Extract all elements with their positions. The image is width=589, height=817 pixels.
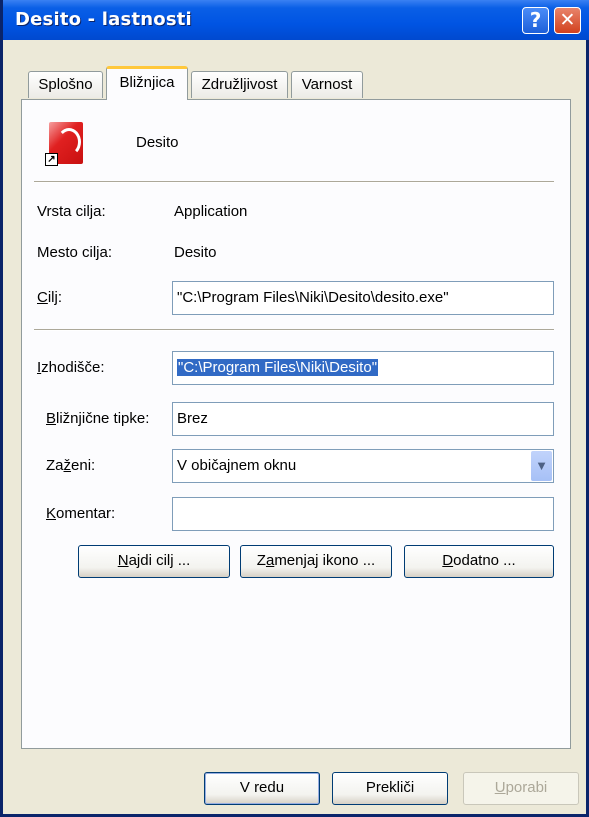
cancel-button[interactable]: Prekliči — [332, 772, 448, 805]
tab-compatibility[interactable]: Združljivost — [191, 71, 288, 98]
ok-button[interactable]: V redu — [204, 772, 320, 805]
comment-field[interactable] — [172, 497, 554, 531]
comment-label: Komentar: — [46, 505, 116, 522]
advanced-button[interactable]: Dodatno ... — [404, 545, 554, 578]
target-location-label: Mesto cilja: — [37, 244, 113, 261]
find-target-button[interactable]: Najdi cilj ... — [78, 545, 230, 578]
chevron-down-icon[interactable]: ▼ — [531, 451, 552, 481]
separator — [34, 329, 554, 331]
apply-button[interactable]: Uporabi — [463, 772, 579, 805]
run-select-value: V običajnem oknu — [177, 457, 297, 474]
hotkey-field[interactable]: Brez — [172, 402, 554, 436]
help-icon[interactable]: ? — [522, 7, 549, 34]
target-type-label: Vrsta cilja: — [37, 203, 106, 220]
start-in-selection: "C:\Program Files\Niki\Desito" — [177, 359, 379, 376]
run-select[interactable]: V običajnem oknu ▼ — [172, 449, 554, 483]
close-icon[interactable]: ✕ — [554, 7, 581, 34]
window-title: Desito - lastnosti — [15, 9, 192, 30]
hotkey-label: Bližnjične tipke: — [46, 410, 150, 427]
tab-general[interactable]: Splošno — [28, 71, 103, 98]
tab-shortcut[interactable]: Bližnjica — [106, 66, 188, 100]
shortcut-arrow-icon: ↗ — [45, 153, 58, 166]
run-label: Zaženi: — [46, 457, 96, 474]
start-in-field[interactable]: "C:\Program Files\Niki\Desito" — [172, 351, 554, 385]
target-label: Cilj: — [37, 289, 63, 306]
tab-security[interactable]: Varnost — [291, 71, 363, 98]
title-bar[interactable]: Desito - lastnosti ? ✕ — [3, 0, 589, 40]
app-name: Desito — [136, 134, 179, 151]
target-field[interactable]: "C:\Program Files\Niki\Desito\desito.exe… — [172, 281, 554, 315]
target-type-value: Application — [174, 203, 248, 220]
start-in-label: Izhodišče: — [37, 359, 105, 376]
change-icon-button[interactable]: Zamenjaj ikono ... — [240, 545, 392, 578]
target-location-value: Desito — [174, 244, 217, 261]
desito-app-icon: ↗ — [45, 122, 85, 166]
separator — [34, 181, 554, 183]
